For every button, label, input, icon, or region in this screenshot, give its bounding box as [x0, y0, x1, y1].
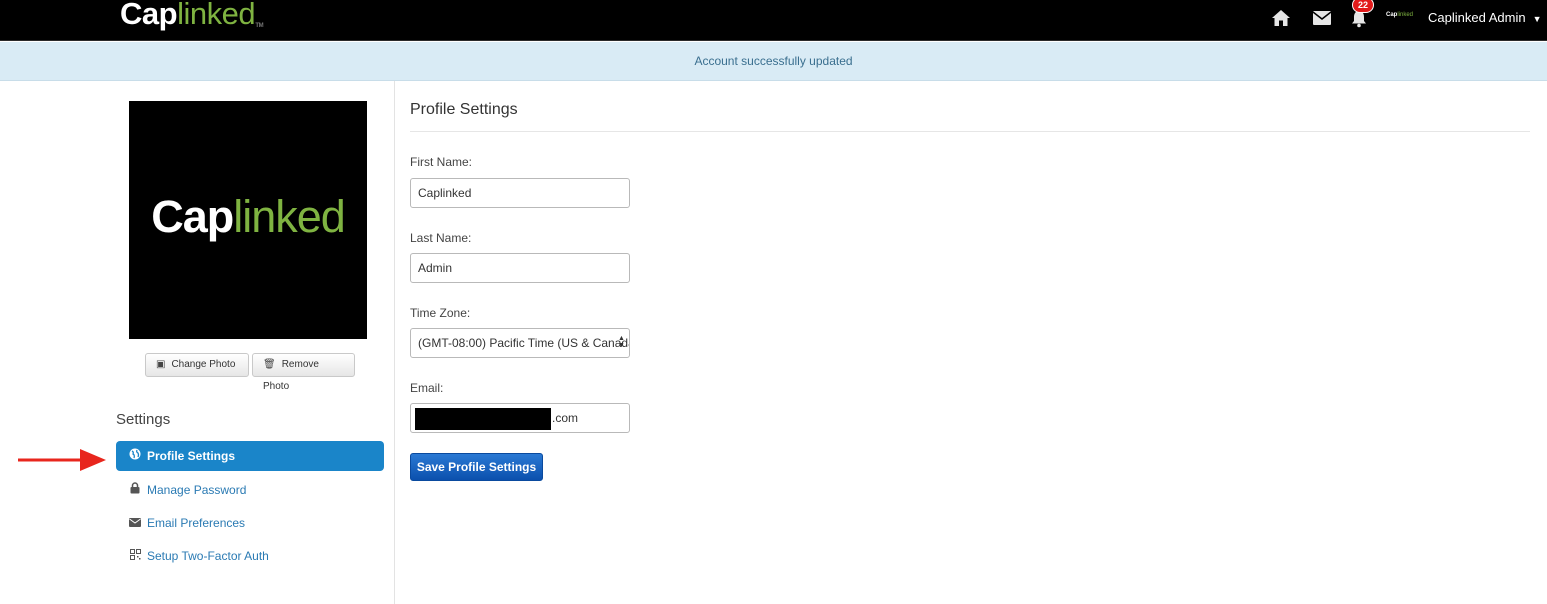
sidebar-item-label: Email Preferences [147, 516, 246, 530]
home-icon[interactable] [1271, 8, 1291, 28]
globe-icon [128, 441, 142, 471]
sidebar-item-label: Setup Two-Factor Auth [147, 549, 269, 563]
remove-photo-button[interactable]: 🗑 Remove Photo [252, 353, 355, 392]
user-menu[interactable]: Caplinked Admin ▼ [1428, 10, 1541, 25]
trash-icon: 🗑 [263, 359, 276, 370]
caplinked-logo[interactable]: Caplinked TM [120, 0, 264, 34]
sidebar-item-label: Manage Password [147, 483, 247, 497]
envelope-icon [128, 508, 142, 538]
time-zone-selected: (GMT-08:00) Pacific Time (US & Canada) [418, 336, 630, 350]
save-profile-settings-button[interactable]: Save Profile Settings [410, 453, 543, 481]
page-title: Profile Settings [410, 101, 518, 118]
lock-icon [128, 475, 142, 505]
top-navbar: Caplinked TM 22 Caplinked Caplinked Admi… [0, 0, 1547, 41]
envelope-icon[interactable] [1312, 10, 1332, 26]
first-name-label: First Name: [410, 155, 473, 169]
settings-sidebar: Caplinked ▣ Change Photo 🗑 Remove Photo Se… [0, 81, 395, 604]
last-name-field[interactable] [410, 253, 630, 283]
time-zone-select[interactable]: (GMT-08:00) Pacific Time (US & Canada) [410, 328, 630, 358]
sidebar-item-profile-settings[interactable]: Profile Settings [116, 441, 384, 471]
user-name: Caplinked Admin [1428, 10, 1526, 25]
settings-heading: Settings [116, 411, 171, 428]
profile-photo: Caplinked [129, 101, 367, 339]
qr-code-icon [128, 541, 142, 571]
select-arrows-icon: ▲ ▼ [618, 335, 625, 349]
change-photo-label: Change Photo [171, 359, 236, 370]
title-divider [410, 131, 1530, 132]
notification-badge[interactable]: 22 [1352, 0, 1374, 13]
annotation-arrow-icon [18, 449, 106, 471]
alert-message: Account successfully updated [694, 54, 853, 68]
picture-icon: ▣ [156, 359, 166, 370]
photo-logo-prefix: Cap [151, 191, 234, 242]
logo-suffix: linked [177, 0, 256, 31]
sidebar-item-label: Profile Settings [147, 449, 236, 463]
email-label: Email: [410, 381, 444, 395]
mini-logo-prefix: Cap [1386, 12, 1398, 18]
photo-logo-suffix: linked [233, 191, 346, 242]
sidebar-item-email-preferences[interactable]: Email Preferences [116, 508, 384, 538]
profile-photo-logo: Caplinked [129, 191, 367, 243]
sidebar-item-two-factor-auth[interactable]: Setup Two-Factor Auth [116, 541, 384, 571]
email-field[interactable]: .com [410, 403, 630, 433]
success-alert: Account successfully updated [0, 42, 1547, 81]
change-photo-button[interactable]: ▣ Change Photo [145, 353, 249, 377]
chevron-down-icon: ▼ [1532, 14, 1542, 24]
redacted-email-block [415, 407, 551, 430]
logo-trademark: TM [255, 23, 264, 29]
first-name-field[interactable] [410, 178, 630, 208]
user-avatar-logo: Caplinked [1386, 12, 1413, 18]
mini-logo-suffix: linked [1397, 12, 1414, 18]
time-zone-label: Time Zone: [410, 306, 471, 320]
sidebar-item-manage-password[interactable]: Manage Password [116, 475, 384, 505]
last-name-label: Last Name: [410, 231, 472, 245]
logo-prefix: Cap [120, 0, 178, 31]
email-visible-suffix: .com [552, 411, 579, 425]
